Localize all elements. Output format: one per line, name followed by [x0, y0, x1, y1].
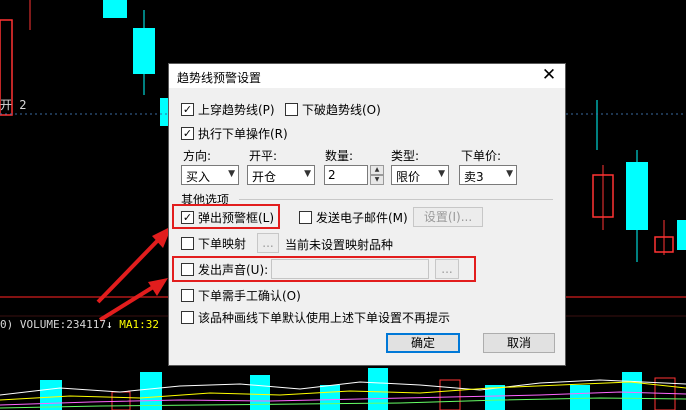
price-label: 下单价:	[461, 149, 502, 163]
send-email-checkbox-row[interactable]: 发送电子邮件(M)	[299, 208, 408, 226]
volume-bar	[570, 385, 590, 410]
downbreak-checkbox-row[interactable]: 下破趋势线(O)	[285, 100, 381, 118]
candle	[677, 220, 686, 250]
execute-order-checkbox[interactable]: ✓	[181, 126, 194, 140]
chevron-down-icon: ▼	[438, 169, 445, 179]
send-email-checkbox[interactable]	[299, 210, 312, 224]
highlight-box	[172, 204, 280, 229]
open-close-value: 开仓	[252, 170, 277, 184]
type-select[interactable]: 限价 ▼	[391, 165, 449, 185]
price-value: 卖3	[464, 170, 484, 184]
order-mapping-checkbox-row[interactable]: 下单映射	[181, 234, 246, 252]
direction-label: 方向:	[183, 149, 212, 163]
down-arrow-icon: ↓	[105, 318, 113, 331]
candle	[103, 0, 127, 18]
quantity-stepper[interactable]: ▲ ▼	[370, 165, 384, 185]
stepper-down-icon[interactable]: ▼	[370, 175, 384, 185]
group-divider	[239, 199, 553, 200]
volume-bar	[140, 372, 162, 410]
open-close-select[interactable]: 开仓 ▼	[247, 165, 315, 185]
send-email-label: 发送电子邮件(M)	[316, 210, 408, 225]
quantity-label: 数量:	[325, 149, 354, 163]
volume-bar	[320, 385, 340, 410]
price-select[interactable]: 卖3 ▼	[459, 165, 517, 185]
dialog-title: 趋势线预警设置	[177, 71, 262, 85]
volume-bar	[622, 372, 642, 410]
chevron-down-icon: ▼	[304, 169, 311, 179]
order-mapping-label: 下单映射	[198, 236, 247, 251]
ma1-value: MA1:32	[119, 318, 159, 331]
type-label: 类型:	[391, 149, 420, 163]
upcross-label: 上穿趋势线(P)	[198, 102, 275, 117]
quantity-input[interactable]: 2	[324, 165, 368, 185]
type-value: 限价	[396, 170, 421, 184]
default-for-symbol-label: 该品种画线下单默认使用上述下单设置不再提示	[198, 310, 451, 325]
upcross-checkbox-row[interactable]: ✓ 上穿趋势线(P)	[181, 100, 275, 118]
cancel-button[interactable]: 取消	[483, 333, 555, 353]
status-prefix: 0)	[0, 318, 14, 331]
upcross-checkbox[interactable]: ✓	[181, 102, 194, 116]
mapping-note: 当前未设置映射品种	[285, 238, 394, 252]
downbreak-label: 下破趋势线(O)	[302, 102, 381, 117]
dialog-titlebar[interactable]: 趋势线预警设置 ✕	[169, 64, 565, 88]
downbreak-checkbox[interactable]	[285, 102, 298, 116]
ok-button[interactable]: 确定	[386, 333, 460, 353]
highlight-box	[172, 256, 476, 282]
execute-order-checkbox-row[interactable]: ✓ 执行下单操作(R)	[181, 124, 288, 142]
manual-confirm-checkbox[interactable]	[181, 288, 194, 302]
open-close-label: 开平:	[249, 149, 278, 163]
chevron-down-icon: ▼	[506, 169, 513, 179]
stepper-up-icon[interactable]: ▲	[370, 165, 384, 175]
manual-confirm-checkbox-row[interactable]: 下单需手工确认(O)	[181, 286, 301, 304]
volume-status-line: 0) VOLUME:234117↓ MA1:32	[0, 317, 159, 333]
default-for-symbol-checkbox[interactable]	[181, 310, 194, 324]
chevron-down-icon: ▼	[228, 169, 235, 179]
manual-confirm-label: 下单需手工确认(O)	[198, 288, 301, 303]
order-mapping-button[interactable]: ...	[257, 233, 279, 253]
default-for-symbol-checkbox-row[interactable]: 该品种画线下单默认使用上述下单设置不再提示	[181, 308, 450, 326]
direction-select[interactable]: 买入 ▼	[181, 165, 239, 185]
chart-series-label: 开 2	[0, 98, 27, 112]
volume-bar	[40, 380, 62, 410]
volume-value: VOLUME:234117	[19, 318, 106, 331]
direction-value: 买入	[186, 170, 211, 184]
email-settings-button[interactable]: 设置(I)...	[413, 207, 483, 227]
execute-order-label: 执行下单操作(R)	[198, 126, 288, 141]
close-icon[interactable]: ✕	[539, 65, 559, 85]
order-mapping-checkbox[interactable]	[181, 236, 194, 250]
